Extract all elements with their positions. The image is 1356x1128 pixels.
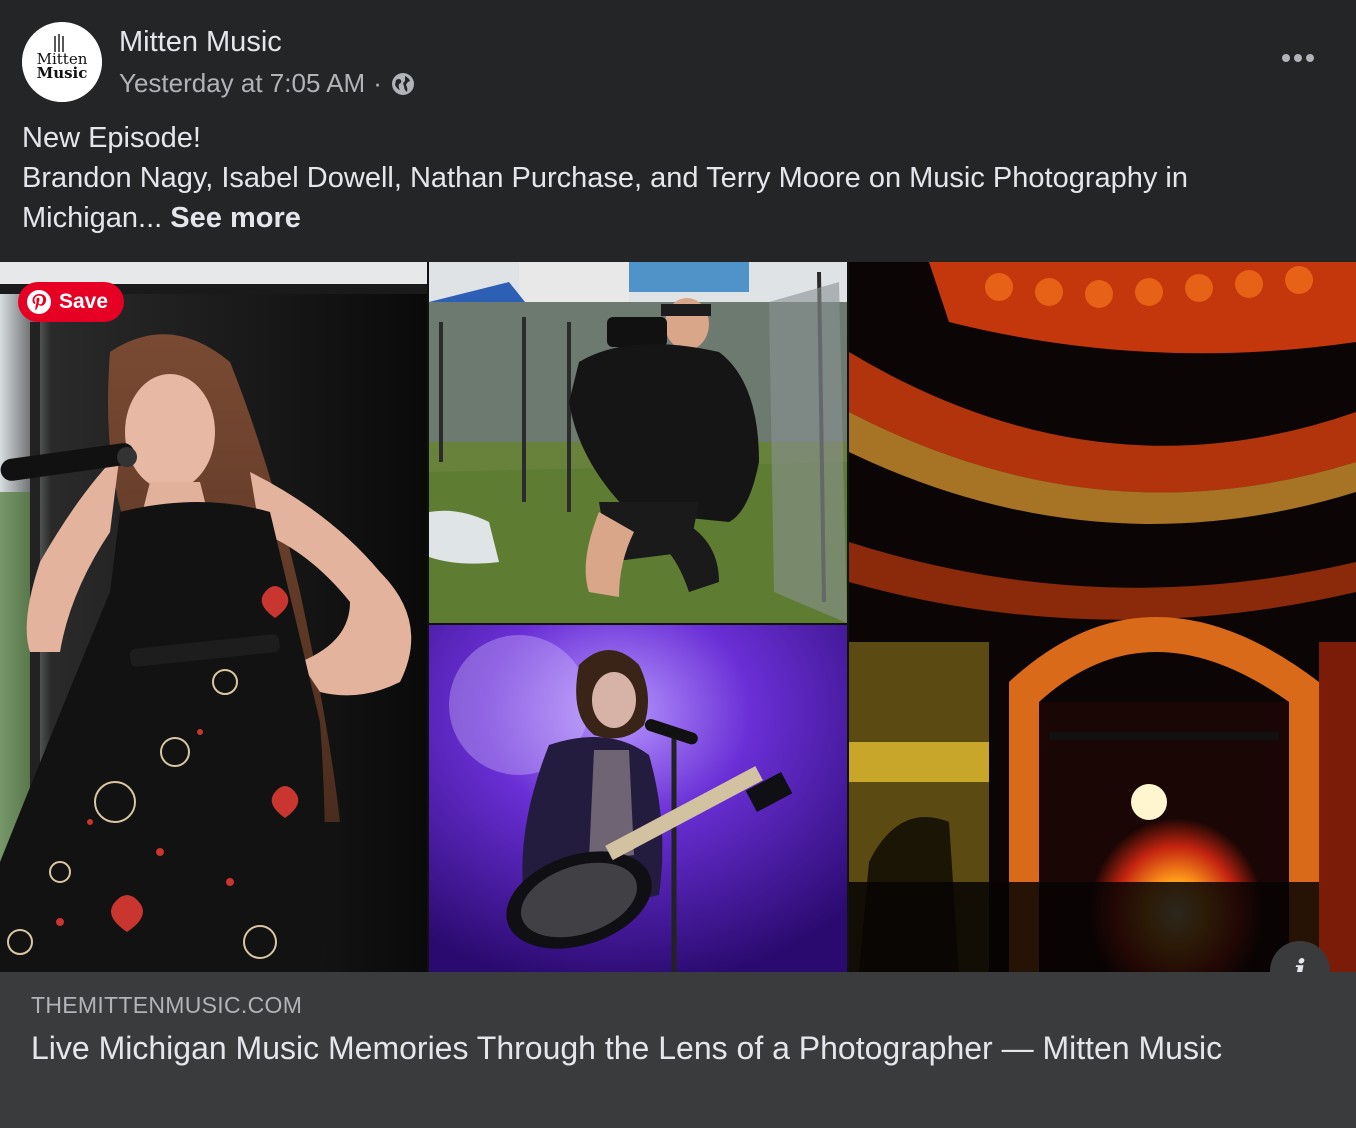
link-domain: THEMITTENMUSIC.COM [31, 992, 303, 1018]
page-avatar[interactable]: Mitten Music [22, 22, 102, 102]
see-more-link[interactable]: See more [170, 202, 301, 234]
post-text-line-last: Michigan... See more [22, 198, 1322, 238]
more-options-button[interactable] [1272, 38, 1324, 78]
photographer-photo[interactable] [429, 262, 847, 623]
post-message: New Episode! Brandon Nagy, Isabel Dowell… [22, 118, 1322, 238]
page-name-link[interactable]: Mitten Music [119, 26, 282, 59]
mitten-music-logo: Mitten Music [22, 22, 102, 102]
link-title[interactable]: Live Michigan Music Memories Through the… [31, 1028, 1311, 1068]
svg-text:Music: Music [37, 64, 88, 82]
post-text-line: New Episode! [22, 122, 201, 154]
singer-photo[interactable] [0, 262, 427, 972]
pinterest-icon [27, 290, 51, 314]
facebook-post: Mitten Music Mitten Music Yesterday at 7… [0, 0, 1356, 1128]
guitarist-photo[interactable] [429, 625, 847, 972]
post-timestamp[interactable]: Yesterday at 7:05 AM [119, 68, 365, 99]
link-preview-card[interactable]: THEMITTENMUSIC.COM Live Michigan Music M… [0, 972, 1356, 1128]
more-horizontal-icon [1282, 54, 1314, 62]
meta-separator: · [373, 68, 382, 98]
post-text-truncated: Michigan... [22, 202, 163, 234]
theater-photo[interactable] [849, 262, 1356, 972]
pinterest-save-button[interactable]: Save [18, 282, 125, 322]
globe-icon[interactable] [390, 71, 416, 97]
pinterest-save-label: Save [59, 290, 109, 313]
post-meta: Yesterday at 7:05 AM · [119, 68, 416, 99]
photo-collage[interactable] [0, 262, 1356, 972]
post-text-line: Brandon Nagy, Isabel Dowell, Nathan Purc… [22, 162, 1189, 194]
